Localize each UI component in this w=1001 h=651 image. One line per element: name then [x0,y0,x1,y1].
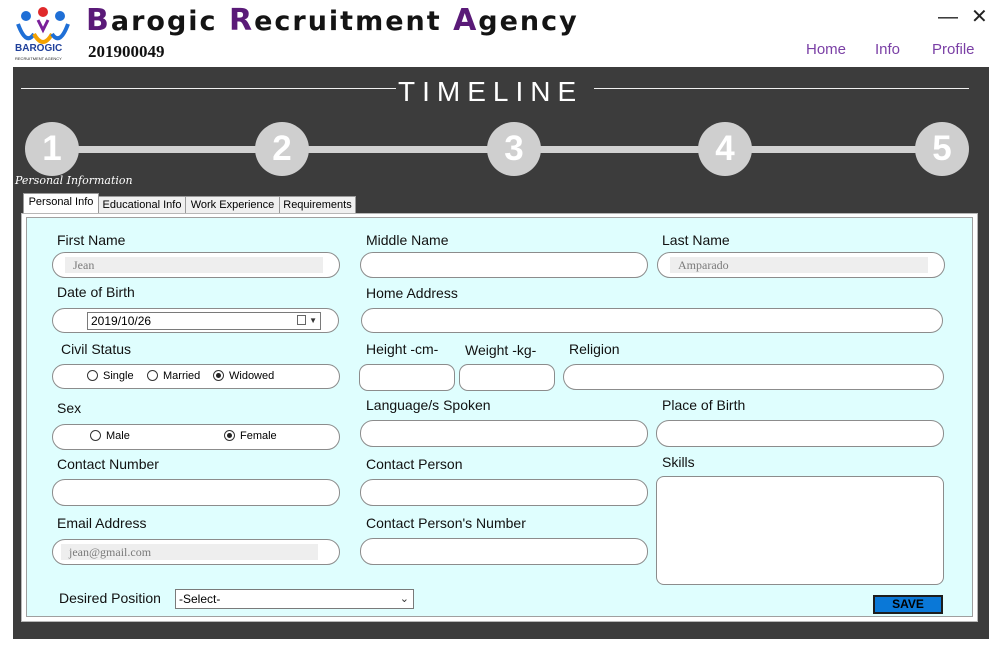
languages-field[interactable] [360,420,648,447]
logo-icon [16,7,70,44]
title-cap-3: A [453,3,479,38]
contact-person-number-field[interactable] [360,538,648,565]
save-button[interactable]: SAVE [873,595,943,614]
radio-selected-icon [224,430,235,441]
nav-info[interactable]: Info [875,41,900,58]
sex-female[interactable]: Female [224,430,277,442]
contact-person-label: Contact Person [366,456,463,472]
email-label: Email Address [57,515,147,531]
logo-text: BAROGIC [15,43,63,54]
height-field[interactable] [359,364,455,391]
chevron-down-icon: ⌄ [399,593,409,605]
middle-name-label: Middle Name [366,232,449,248]
nav-profile[interactable]: Profile [932,41,975,58]
timeline-step-1: 1 [25,122,79,176]
civil-status-widowed[interactable]: Widowed [213,370,274,382]
religion-field[interactable] [563,364,944,390]
timeline-step-5: 5 [915,122,969,176]
radio-icon [90,430,101,441]
last-name-value: Amparado [670,257,928,273]
email-field[interactable]: jean@gmail.com [52,539,340,565]
sex-female-label: Female [240,430,277,442]
last-name-field[interactable]: Amparado [657,252,945,278]
user-id: 201900049 [88,42,165,61]
dob-date-picker[interactable]: 2019/10/26 ▼ [87,312,321,330]
chevron-down-icon[interactable]: ▼ [309,313,317,329]
desired-position-value: -Select- [179,592,221,606]
home-address-field[interactable] [361,308,943,333]
home-address-label: Home Address [366,285,458,301]
timeline-step-label: Personal Information [15,174,133,187]
desired-position-select[interactable]: -Select- ⌄ [175,589,414,609]
title-word-2: ecruitment [254,6,454,37]
contact-number-field[interactable] [52,479,340,506]
title-word-1: arogic [110,6,229,37]
title-word-3: gency [478,6,579,37]
first-name-field[interactable]: Jean [52,252,340,278]
timeline-rule-right [594,88,969,89]
skills-textarea[interactable] [656,476,944,585]
contact-person-field[interactable] [360,479,648,506]
title-cap-2: R [228,3,255,38]
desired-position-label: Desired Position [59,590,161,606]
email-value: jean@gmail.com [61,544,318,560]
radio-selected-icon [213,370,224,381]
skills-label: Skills [662,454,695,470]
logo: BAROGIC RECRUITMENT AGENCY [12,4,74,64]
civil-status-married[interactable]: Married [147,370,200,382]
dob-value: 2019/10/26 [91,314,152,328]
minimize-button[interactable]: — [938,6,958,29]
first-name-value: Jean [65,257,323,273]
middle-name-field[interactable] [360,252,648,278]
languages-label: Language/s Spoken [366,397,491,413]
timeline-step-2: 2 [255,122,309,176]
close-button[interactable]: ✕ [971,4,988,29]
timeline-step-4: 4 [698,122,752,176]
weight-label: Weight -kg- [465,342,537,358]
calendar-icon[interactable] [297,315,306,325]
contact-number-label: Contact Number [57,456,159,472]
civil-status-label: Civil Status [61,341,132,357]
sex-male[interactable]: Male [90,430,130,442]
last-name-label: Last Name [662,232,730,248]
dob-label: Date of Birth [57,284,135,300]
timeline-step-3: 3 [487,122,541,176]
religion-label: Religion [569,341,620,357]
height-label: Height -cm- [366,341,439,357]
app-title: Barogic Recruitment Agency [86,3,579,38]
logo-subtext: RECRUITMENT AGENCY [15,56,62,61]
tab-personal-info[interactable]: Personal Info [23,193,99,215]
contact-person-number-label: Contact Person's Number [366,515,526,531]
timeline-rule-left [21,88,396,89]
timeline-title: TIMELINE [398,76,584,107]
sex-male-label: Male [106,430,130,442]
weight-field[interactable] [459,364,555,391]
first-name-label: First Name [57,232,126,248]
radio-icon [87,370,98,381]
sex-label: Sex [57,400,82,416]
radio-icon [147,370,158,381]
nav-home[interactable]: Home [806,41,846,58]
civil-status-married-label: Married [163,370,201,382]
civil-status-single-label: Single [103,370,134,382]
civil-status-single[interactable]: Single [87,370,134,382]
place-of-birth-label: Place of Birth [662,397,746,413]
place-of-birth-field[interactable] [656,420,944,447]
civil-status-widowed-label: Widowed [229,370,275,382]
title-cap-1: B [86,3,111,38]
